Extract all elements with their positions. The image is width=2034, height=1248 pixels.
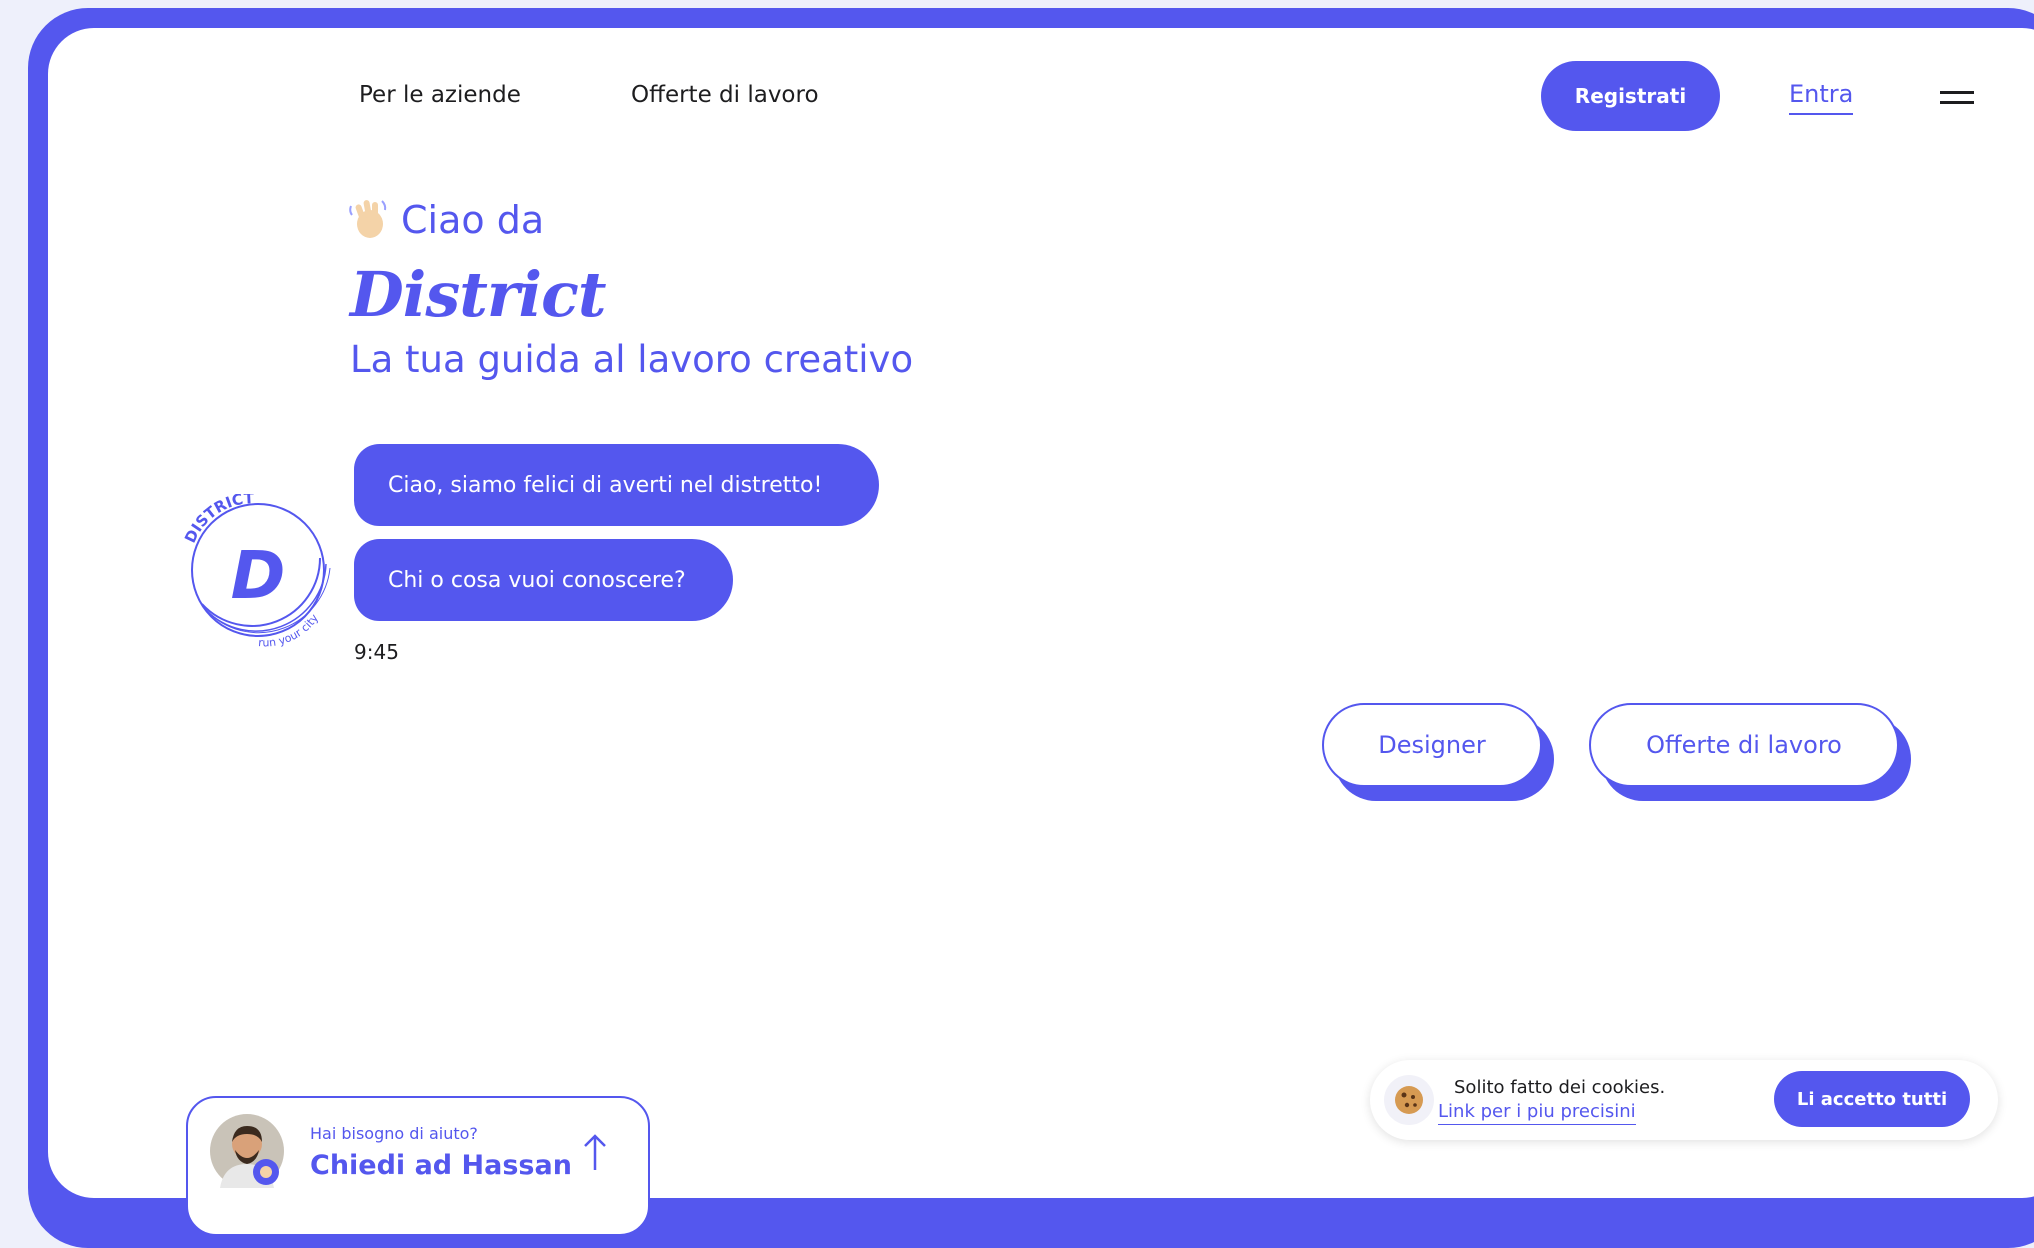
help-widget[interactable]: Hai bisogno di aiuto? Chiedi ad Hassan	[186, 1096, 650, 1236]
nav-link-job-offers[interactable]: Offerte di lavoro	[631, 82, 819, 108]
chat-bubble: Ciao, siamo felici di averti nel distret…	[354, 444, 879, 526]
designer-option-button[interactable]: Designer	[1322, 703, 1542, 787]
register-button[interactable]: Registrati	[1541, 61, 1720, 131]
accept-cookies-button[interactable]: Li accetto tutti	[1774, 1071, 1970, 1127]
login-link[interactable]: Entra	[1789, 80, 1854, 115]
cookie-banner: Solito fatto dei cookies. Link per i piu…	[1370, 1060, 1998, 1140]
avatar	[210, 1114, 284, 1188]
cookie-icon	[1384, 1075, 1434, 1125]
menu-icon[interactable]	[1940, 91, 1974, 105]
greeting-text: Ciao da	[401, 198, 545, 242]
help-cta: Chiedi ad Hassan	[310, 1150, 572, 1181]
waving-hand-icon	[349, 200, 387, 238]
arrow-up-icon[interactable]	[582, 1132, 608, 1172]
tagline: La tua guida al lavoro creativo	[350, 338, 914, 381]
chat-bubble: Chi o cosa vuoi conoscere?	[354, 539, 733, 621]
cookie-text: Solito fatto dei cookies.	[1454, 1077, 1666, 1098]
help-question: Hai bisogno di aiuto?	[310, 1124, 478, 1143]
nav-link-for-companies[interactable]: Per le aziende	[359, 82, 521, 108]
main-panel	[48, 28, 2034, 1198]
brand-title: District	[350, 258, 606, 331]
chat-timestamp: 9:45	[354, 640, 399, 664]
district-logo: DISTRICT D run your city	[181, 494, 331, 649]
logo-letter: D	[231, 537, 286, 614]
cookie-policy-link[interactable]: Link per i piu precisini	[1438, 1101, 1636, 1125]
job-offers-option-button[interactable]: Offerte di lavoro	[1589, 703, 1899, 787]
